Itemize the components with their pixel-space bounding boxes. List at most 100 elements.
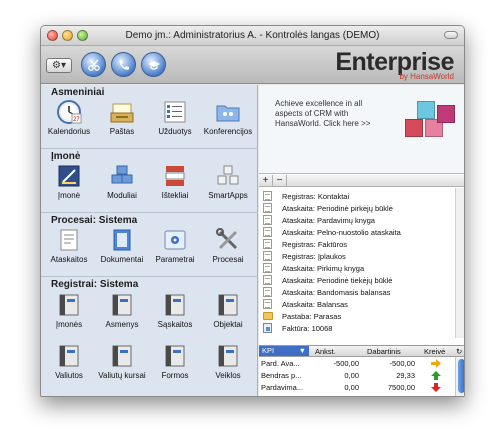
nav-item-uzduotys[interactable]: Užduotys bbox=[149, 99, 201, 136]
graduation-cap-icon[interactable] bbox=[141, 52, 166, 77]
list-item[interactable]: Ataskaita: Pirkimų knyga bbox=[263, 262, 453, 274]
smartapps-icon bbox=[215, 163, 241, 189]
list-item[interactable]: Pastaba: Parasas bbox=[263, 310, 453, 322]
table-row[interactable]: Pard. Ava... -500,00 -500,00 bbox=[259, 358, 455, 369]
nav-item-label: Konferencijos bbox=[203, 127, 253, 136]
control-panel-navigator: Asmeniniai 27 Kalendorius Paštas Užduoty… bbox=[41, 85, 258, 396]
calendar-icon: 27 bbox=[56, 99, 82, 125]
recent-items-list: Registras: Kontaktai Ataskaita: Periodin… bbox=[259, 188, 455, 338]
list-item[interactable]: Registras: Įplaukos bbox=[263, 250, 453, 262]
section-imone: Įmonė Įmonė Moduliai Ištekliai SmartApps bbox=[41, 149, 258, 212]
list-item-label: Ataskaita: Bandomasis balansas bbox=[282, 287, 391, 297]
nav-item-parametrai[interactable]: Parametrai bbox=[149, 227, 201, 264]
nav-item-imone[interactable]: Įmonė bbox=[43, 163, 95, 200]
kpi-column-header[interactable]: KPI ▼ bbox=[259, 346, 309, 356]
list-item-label: Ataskaita: Periodinė pirkėjų būklė bbox=[282, 203, 393, 213]
nav-item-moduliai[interactable]: Moduliai bbox=[96, 163, 148, 200]
list-item-label: Ataskaita: Pelno-nuostolio ataskaita bbox=[282, 227, 401, 237]
nav-item-valiutos[interactable]: Valiutos bbox=[43, 343, 95, 380]
list-item-label: Ataskaita: Pardavimų knyga bbox=[282, 215, 375, 225]
nav-item-pastas[interactable]: Paštas bbox=[96, 99, 148, 136]
nav-item-istekliai[interactable]: Ištekliai bbox=[149, 163, 201, 200]
kpi-header-label: KPI bbox=[262, 346, 275, 355]
promo-banner[interactable]: Achieve excellence in all aspects of CRM… bbox=[259, 85, 464, 174]
nav-item-label: Formos bbox=[161, 371, 189, 380]
section-registrai-sistema: Registrai: Sistema Įmonės Asmenys Sąskai… bbox=[41, 277, 258, 396]
documents-icon bbox=[109, 227, 135, 253]
remove-button[interactable]: − bbox=[273, 175, 287, 186]
kpi-name: Pard. Ava... bbox=[261, 359, 300, 368]
document-icon bbox=[263, 227, 272, 237]
register-icon bbox=[56, 343, 82, 369]
nav-item-label: Veiklos bbox=[215, 371, 241, 380]
trend-down-arrow-icon bbox=[431, 383, 441, 392]
nav-item-label: Įmonė bbox=[57, 191, 81, 200]
nav-item-valiutu-kursai[interactable]: Valiutų kursai bbox=[96, 343, 148, 380]
nav-item-formos[interactable]: Formos bbox=[149, 343, 201, 380]
scissors-icon[interactable] bbox=[81, 52, 106, 77]
kpi-current-value: 29,33 bbox=[396, 371, 415, 380]
document-icon bbox=[263, 215, 272, 225]
list-item[interactable]: Ataskaita: Periodinė pirkėjų būklė bbox=[263, 202, 453, 214]
nav-item-imones[interactable]: Įmonės bbox=[43, 292, 95, 329]
prev-column-header[interactable]: Ankst. bbox=[315, 347, 336, 356]
list-item[interactable]: Ataskaita: Periodinė tiekėjų būklė bbox=[263, 274, 453, 286]
resources-icon bbox=[162, 163, 188, 189]
nav-item-konferencijos[interactable]: Konferencijos bbox=[202, 99, 254, 136]
refresh-icon[interactable]: ↻ bbox=[456, 347, 462, 356]
right-panel: Achieve excellence in all aspects of CRM… bbox=[259, 85, 464, 396]
promo-text[interactable]: Achieve excellence in all aspects of CRM… bbox=[275, 99, 385, 129]
current-column-header[interactable]: Dabartinis bbox=[367, 347, 401, 356]
list-item-label: Registras: Faktūros bbox=[282, 239, 348, 249]
document-icon bbox=[263, 251, 272, 261]
invoice-icon bbox=[263, 323, 272, 333]
title-bar[interactable]: Demo jm.: Administratorius A. - Kontrolė… bbox=[41, 26, 464, 46]
nav-item-objektai[interactable]: Objektai bbox=[202, 292, 254, 329]
list-item-label: Ataskaita: Balansas bbox=[282, 299, 348, 309]
list-item-label: Faktūra: 10068 bbox=[282, 323, 333, 333]
tasks-icon bbox=[162, 99, 188, 125]
list-item-label: Registras: Kontaktai bbox=[282, 191, 350, 201]
section-asmeniniai: Asmeniniai 27 Kalendorius Paštas Užduoty… bbox=[41, 85, 258, 148]
phone-icon[interactable] bbox=[111, 52, 136, 77]
add-button[interactable]: + bbox=[259, 175, 273, 186]
list-item[interactable]: Ataskaita: Bandomasis balansas bbox=[263, 286, 453, 298]
nav-item-veiklos[interactable]: Veiklos bbox=[202, 343, 254, 380]
nav-item-ataskaitos[interactable]: Ataskaitos bbox=[43, 227, 95, 264]
nav-item-label: Procesai bbox=[212, 255, 244, 264]
nav-item-asmenys[interactable]: Asmenys bbox=[96, 292, 148, 329]
section-procesai-sistema: Procesai: Sistema Ataskaitos Dokumentai … bbox=[41, 213, 258, 276]
list-item[interactable]: Registras: Kontaktai bbox=[263, 190, 453, 202]
nav-item-label: Kalendorius bbox=[47, 127, 91, 136]
section-title: Įmonė bbox=[51, 151, 81, 162]
tools-icon bbox=[215, 227, 241, 253]
toolbar-toggle-button[interactable] bbox=[444, 31, 458, 39]
nav-item-label: Užduotys bbox=[158, 127, 192, 136]
register-icon bbox=[109, 343, 135, 369]
gear-menu-button[interactable]: ⚙▾ bbox=[46, 58, 72, 73]
list-item[interactable]: Faktūra: 10068 bbox=[263, 322, 453, 334]
list-scrollbar[interactable] bbox=[455, 188, 464, 338]
nav-item-label: Objektai bbox=[213, 320, 243, 329]
list-item[interactable]: Ataskaita: Balansas bbox=[263, 298, 453, 310]
table-row[interactable]: Pardavima... 0,00 7500,00 bbox=[259, 382, 455, 393]
section-title: Registrai: Sistema bbox=[51, 279, 139, 290]
nav-item-smartapps[interactable]: SmartApps bbox=[202, 163, 254, 200]
table-row[interactable]: Bendras p... 0,00 29,33 bbox=[259, 370, 455, 381]
kpi-prev-value: 0,00 bbox=[344, 383, 359, 392]
nav-item-procesai[interactable]: Procesai bbox=[202, 227, 254, 264]
kpi-scroll-thumb[interactable] bbox=[458, 359, 464, 393]
nav-item-dokumentai[interactable]: Dokumentai bbox=[96, 227, 148, 264]
nav-item-label: Dokumentai bbox=[100, 255, 144, 264]
nav-item-saskaitos[interactable]: Sąskaitos bbox=[149, 292, 201, 329]
nav-item-label: Įmonės bbox=[55, 320, 83, 329]
list-item[interactable]: Ataskaita: Pelno-nuostolio ataskaita bbox=[263, 226, 453, 238]
nav-item-label: Ištekliai bbox=[161, 191, 189, 200]
list-item[interactable]: Registras: Faktūros bbox=[263, 238, 453, 250]
nav-item-label: Moduliai bbox=[107, 191, 137, 200]
trend-column-header[interactable]: Kreivė bbox=[424, 347, 445, 356]
kpi-scrollbar[interactable] bbox=[455, 357, 464, 396]
document-icon bbox=[263, 263, 272, 273]
nav-item-kalendorius[interactable]: 27 Kalendorius bbox=[43, 99, 95, 136]
list-item[interactable]: Ataskaita: Pardavimų knyga bbox=[263, 214, 453, 226]
